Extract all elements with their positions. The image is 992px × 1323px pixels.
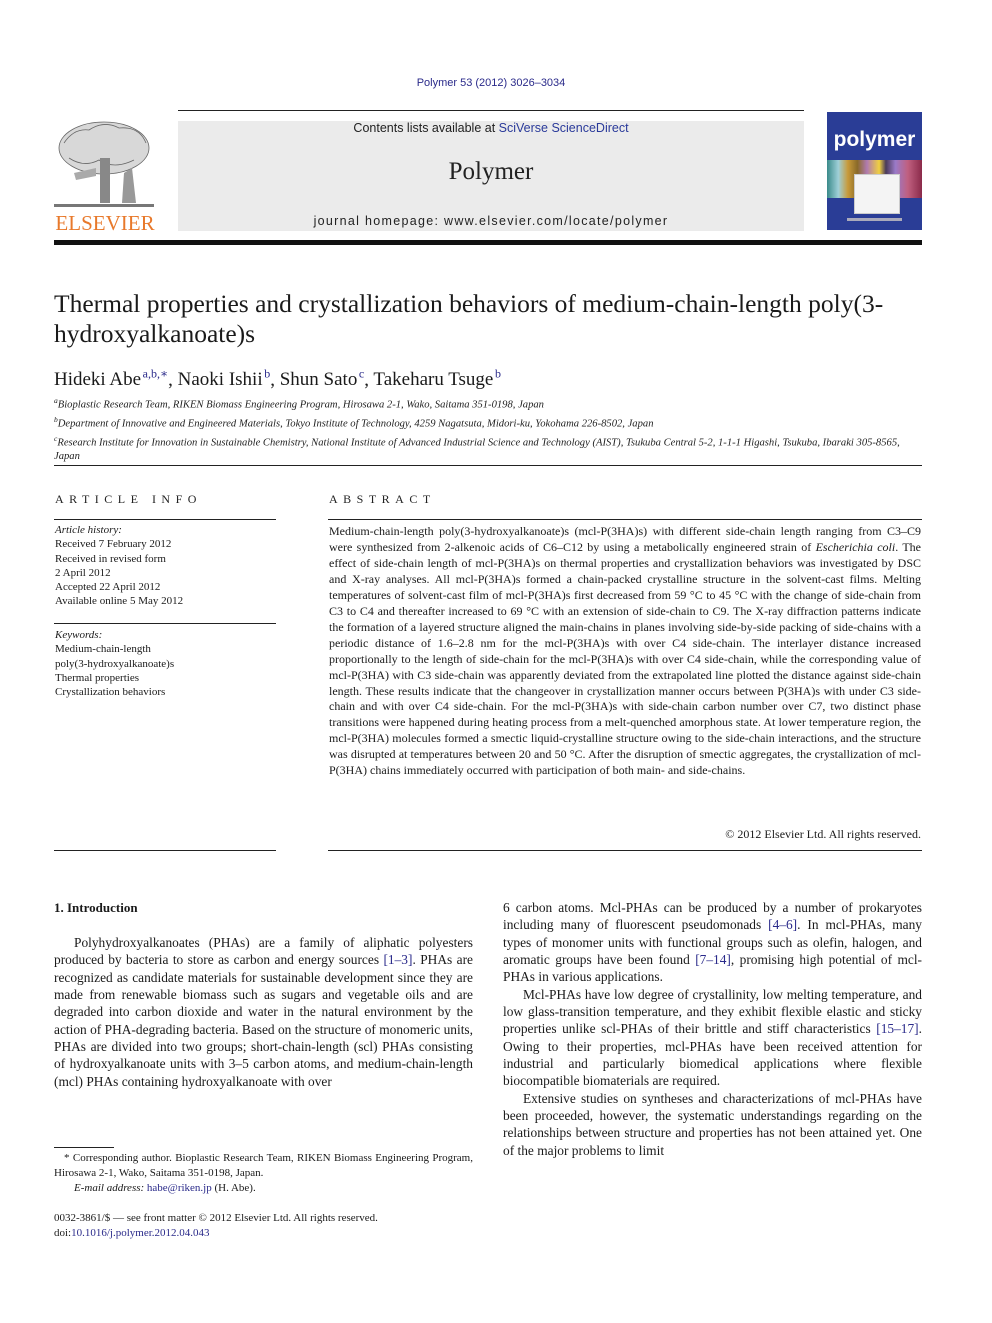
- abstract-bottom-rule: [328, 850, 922, 851]
- keyword: Medium-chain-length: [55, 643, 151, 656]
- issn-line: 0032-3861/$ — see front matter © 2012 El…: [54, 1212, 378, 1224]
- keywords: Keywords: Medium-chain-length poly(3-hyd…: [55, 628, 277, 699]
- author[interactable]: Takeharu Tsuge b: [373, 367, 501, 391]
- keywords-rule: [54, 623, 276, 624]
- article-title: Thermal properties and crystallization b…: [54, 289, 884, 348]
- abstract-text-part: . The effect of side-chain length of mcl…: [329, 539, 921, 778]
- history-item: Received 7 February 2012: [55, 538, 172, 551]
- history-item: Received in revised form: [55, 552, 166, 565]
- journal-citation[interactable]: Polymer 53 (2012) 3026–3034: [0, 77, 982, 89]
- body-column-left: Polyhydroxyalkanoates (PHAs) are a famil…: [54, 934, 473, 1090]
- reference-link[interactable]: [4–6]: [768, 917, 797, 932]
- abstract-rule: [328, 519, 922, 520]
- cover-title: polymer: [833, 128, 916, 151]
- journal-homepage-link[interactable]: journal homepage: www.elsevier.com/locat…: [178, 214, 804, 228]
- author-name: Takeharu Tsuge: [373, 369, 494, 391]
- article-history: Article history: Received 7 February 201…: [55, 523, 277, 609]
- doi-link[interactable]: 10.1016/j.polymer.2012.04.043: [71, 1227, 209, 1239]
- front-matter: 0032-3861/$ — see front matter © 2012 El…: [54, 1211, 473, 1241]
- affiliation-text: Bioplastic Research Team, RIKEN Biomass …: [57, 399, 544, 411]
- reference-link[interactable]: [15–17]: [876, 1021, 918, 1036]
- affiliation-text: Research Institute for Innovation in Sus…: [54, 437, 900, 463]
- author-affil-marks[interactable]: a,b,∗: [143, 367, 168, 381]
- paragraph: Mcl-PHAs have low degree of crystallinit…: [503, 986, 922, 1090]
- journal-cover-thumbnail[interactable]: polymer: [827, 112, 922, 230]
- email-link[interactable]: habe@riken.jp: [147, 1182, 212, 1194]
- abstract-copyright: © 2012 Elsevier Ltd. All rights reserved…: [725, 827, 921, 841]
- journal-name: Polymer: [448, 158, 534, 185]
- affiliation-text: Department of Innovative and Engineered …: [57, 418, 654, 430]
- abstract-heading: ABSTRACT: [329, 492, 436, 506]
- author-name: Hideki Abe: [54, 369, 142, 391]
- history-item: Available online 5 May 2012: [55, 595, 184, 608]
- abstract-text: Medium-chain-length poly(3-hydroxyalkano…: [329, 524, 921, 779]
- keyword: Thermal properties: [55, 671, 139, 684]
- elsevier-logo[interactable]: ELSEVIER: [54, 118, 156, 235]
- affiliations-rule: [54, 465, 922, 466]
- history-item: 2 April 2012: [55, 566, 111, 579]
- corresponding-author-footnote: * Corresponding author. Bioplastic Resea…: [54, 1151, 473, 1195]
- paragraph-text: . PHAs are recognized as candidate mater…: [54, 952, 473, 1089]
- paragraph: Polyhydroxyalkanoates (PHAs) are a famil…: [54, 934, 473, 1090]
- author-list: Hideki Abe a,b,∗, Naoki Ishii b, Shun Sa…: [54, 362, 934, 392]
- corresponding-author-text: * Corresponding author. Bioplastic Resea…: [54, 1152, 473, 1179]
- section-heading-introduction: 1. Introduction: [54, 900, 138, 915]
- author-separator: ,: [270, 369, 280, 391]
- author-separator: ,: [168, 369, 178, 391]
- article-info-rule: [54, 519, 276, 520]
- keyword: Crystallization behaviors: [55, 686, 166, 699]
- keywords-label: Keywords:: [55, 629, 103, 641]
- author-name: Shun Sato: [279, 369, 358, 391]
- cover-footer: [847, 218, 902, 221]
- author-affil-marks[interactable]: b: [495, 367, 501, 381]
- article-info-bottom-rule: [54, 850, 276, 851]
- email-line: E-mail address: habe@riken.jp (H. Abe).: [54, 1181, 473, 1196]
- article-history-label: Article history:: [55, 524, 122, 536]
- affiliation: aBioplastic Research Team, RIKEN Biomass…: [54, 394, 922, 413]
- footnote-rule: [54, 1147, 114, 1148]
- contents-prefix: Contents lists available at: [353, 121, 499, 135]
- journal-banner: Contents lists available at SciVerse Sci…: [178, 121, 804, 231]
- elsevier-tree-icon: [54, 121, 154, 207]
- header-top-rule: [178, 110, 804, 111]
- article-info-heading: ARTICLE INFO: [55, 492, 202, 506]
- keyword: poly(3-hydroxyalkanoate)s: [55, 657, 175, 670]
- header-thick-rule: [54, 240, 922, 245]
- cover-figure: [854, 174, 900, 214]
- contents-availability: Contents lists available at SciVerse Sci…: [178, 121, 804, 135]
- author[interactable]: Hideki Abe a,b,∗: [54, 367, 168, 391]
- email-label: E-mail address:: [74, 1181, 147, 1194]
- paragraph: Extensive studies on syntheses and chara…: [503, 1090, 922, 1158]
- author[interactable]: Naoki Ishii b: [177, 367, 271, 391]
- author-name: Naoki Ishii: [177, 369, 263, 391]
- reference-link[interactable]: [7–14]: [695, 952, 731, 967]
- email-suffix: (H. Abe).: [211, 1181, 256, 1194]
- author[interactable]: Shun Sato c: [279, 367, 365, 391]
- doi-line: doi:10.1016/j.polymer.2012.04.043: [54, 1226, 473, 1241]
- elsevier-wordmark: ELSEVIER: [55, 211, 155, 235]
- sciencedirect-link[interactable]: SciVerse ScienceDirect: [499, 121, 629, 135]
- affiliation: cResearch Institute for Innovation in Su…: [54, 432, 922, 465]
- paragraph-text: Mcl-PHAs have low degree of crystallinit…: [503, 986, 922, 1037]
- history-item: Accepted 22 April 2012: [55, 581, 161, 594]
- reference-link[interactable]: [1–3]: [383, 952, 412, 967]
- affiliation: bDepartment of Innovative and Engineered…: [54, 413, 922, 432]
- body-column-right: 6 carbon atoms. Mcl-PHAs can be produced…: [503, 899, 922, 1159]
- doi-prefix: doi:: [54, 1226, 72, 1239]
- species-name: Escherichia coli: [815, 539, 896, 554]
- affiliations: aBioplastic Research Team, RIKEN Biomass…: [54, 394, 922, 465]
- paragraph: 6 carbon atoms. Mcl-PHAs can be produced…: [503, 899, 922, 986]
